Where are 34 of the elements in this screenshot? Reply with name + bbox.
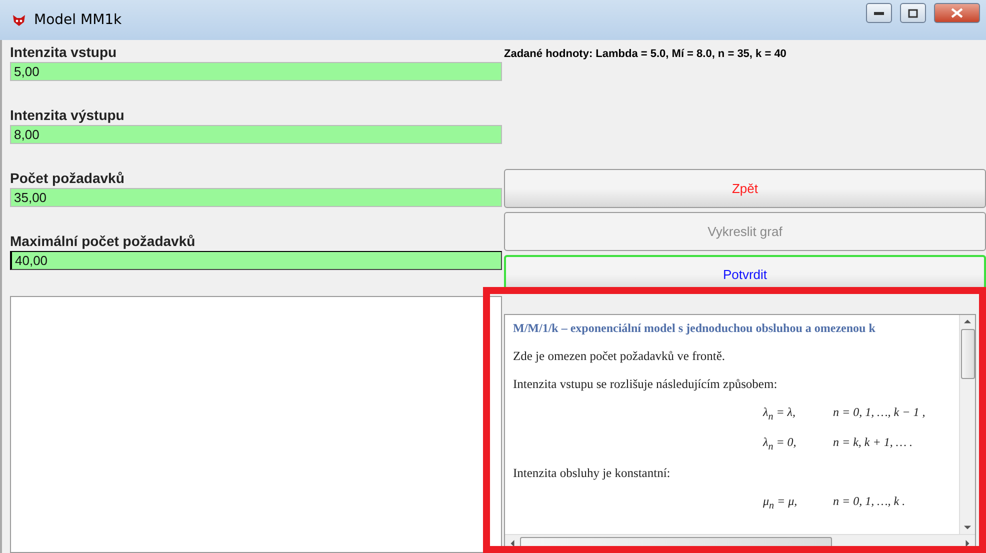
input-field[interactable]: 8,00 [10,125,502,144]
scroll-right-arrow-icon[interactable] [964,540,971,547]
formula-text: λ$_{n}$ = 0, [763,435,798,453]
minimize-button[interactable] [866,3,892,23]
formula-text: n = 0, 1, …, k . [833,494,906,510]
formula-text: λ$_{n}$ = λ, [763,405,796,422]
scroll-up-arrow-icon[interactable] [964,318,971,325]
vertical-scrollbar[interactable] [959,315,975,534]
input-field[interactable]: 40,00 [10,251,502,270]
input-field[interactable]: 5,00 [10,62,502,81]
close-button[interactable] [934,3,980,23]
scroll-thumb[interactable] [960,329,974,379]
field-label: Počet požadavků [10,170,126,188]
field-label: Intenzita vstupu [10,44,118,62]
help-paragraph: Intenzita vstupu se rozlišuje následujícím způsobem: [513,377,778,392]
window-title: Model MM1k [34,12,123,28]
action-button[interactable]: Zpět [504,169,986,208]
formula-text: n = 0, 1, …, k − 1 , [833,405,926,421]
maximize-button[interactable] [900,3,926,23]
field-label: Intenzita výstupu [10,107,126,125]
summary-text: Zadané hodnoty: Lambda = 5.0, Mí = 8.0, n = 35, k = 40 [504,48,788,62]
formula-text: μ$_{n}$ = μ, [763,494,798,512]
app-icon [12,13,26,27]
scroll-left-arrow-icon[interactable] [509,540,516,547]
help-heading: M/M/1/k – exponenciální model s jednoduchou obsluhou a omezenou k [513,321,876,336]
field-label: Maximální počet požadavků [10,233,196,251]
maximize-icon [908,8,918,18]
input-field[interactable]: 35,00 [10,188,502,207]
help-paragraph: Zde je omezen počet požadavků ve frontě. [513,349,726,364]
close-icon [951,8,963,18]
formula-text: n = k, k + 1, … . [833,435,914,452]
minimize-icon [874,11,884,15]
scroll-down-arrow-icon[interactable] [964,524,971,531]
help-paragraph: Intenzita obsluhy je konstantní: [513,466,672,481]
